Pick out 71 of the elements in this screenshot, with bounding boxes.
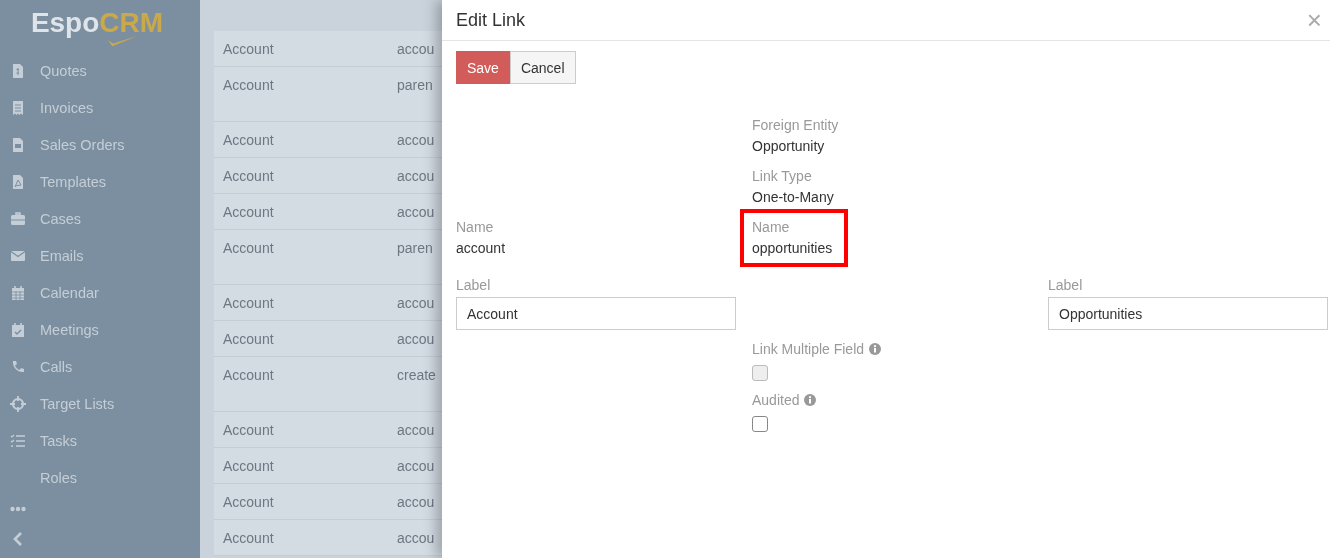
pdf-file-icon bbox=[10, 173, 26, 190]
chevron-left-icon[interactable] bbox=[13, 532, 23, 546]
field-label: Label bbox=[456, 277, 491, 293]
sidebar-item[interactable]: Calls bbox=[0, 348, 200, 385]
table-cell-text: Account bbox=[222, 493, 275, 512]
field-value: opportunities bbox=[752, 239, 833, 258]
briefcase-icon bbox=[10, 210, 26, 227]
table-cell-text: Account bbox=[222, 167, 275, 186]
table-cell-text: create bbox=[397, 366, 436, 385]
table-cell-text: Account bbox=[222, 131, 275, 150]
sidebar-item[interactable]: Tasks bbox=[0, 422, 200, 459]
field-label: Name bbox=[456, 219, 494, 235]
more-icon[interactable] bbox=[10, 506, 26, 512]
field-label: Link Type bbox=[752, 168, 812, 184]
sidebar-item[interactable]: Templates bbox=[0, 163, 200, 200]
field-label: Label bbox=[1048, 277, 1083, 293]
sidebar-item[interactable]: Roles bbox=[0, 459, 200, 496]
table-cell-text: Account bbox=[222, 40, 275, 59]
table-cell-text: Account bbox=[222, 203, 275, 222]
field-label: Foreign Entity bbox=[752, 117, 839, 133]
sidebar-item[interactable]: Cases bbox=[0, 200, 200, 237]
field-label: Audited bbox=[752, 392, 800, 408]
calendar-icon bbox=[10, 284, 26, 301]
table-cell-text: Account bbox=[222, 421, 275, 440]
sidebar-item[interactable]: Target Lists bbox=[0, 385, 200, 422]
text-input[interactable]: Opportunities bbox=[1048, 297, 1328, 330]
modal-title: Edit Link bbox=[456, 9, 526, 31]
calendar-check-icon bbox=[10, 321, 26, 338]
document-icon bbox=[10, 62, 26, 79]
table-cell-text: accou bbox=[397, 529, 435, 548]
cancel-button[interactable]: Cancel bbox=[509, 51, 576, 84]
field-value: account bbox=[456, 239, 506, 258]
table-cell-text: Account bbox=[222, 366, 275, 385]
close-button[interactable]: × bbox=[1304, 7, 1324, 33]
table-cell-text: accou bbox=[397, 40, 435, 59]
table-cell-text: accou bbox=[397, 493, 435, 512]
table-cell-text: accou bbox=[397, 203, 435, 222]
field-value: One-to-Many bbox=[752, 188, 834, 207]
table-cell-text: accou bbox=[397, 330, 435, 349]
table-cell-text: accou bbox=[397, 457, 435, 476]
sidebar-item[interactable]: Sales Orders bbox=[0, 126, 200, 163]
table-cell-text: Account bbox=[222, 239, 275, 258]
save-button[interactable]: Save bbox=[456, 51, 510, 84]
table-cell-text: paren bbox=[397, 239, 433, 258]
table-cell-text: Account bbox=[222, 76, 275, 95]
field-label: Link Multiple Field bbox=[752, 341, 865, 357]
table-cell-text: paren bbox=[397, 76, 433, 95]
table-cell-text: accou bbox=[397, 131, 435, 150]
table-cell-text: accou bbox=[397, 167, 435, 186]
sidebar-item[interactable]: Emails bbox=[0, 237, 200, 274]
table-cell-text: accou bbox=[397, 294, 435, 313]
table-cell-text: Account bbox=[222, 294, 275, 313]
sidebar-item[interactable]: Calendar bbox=[0, 274, 200, 311]
table-cell-text: Account bbox=[222, 529, 275, 548]
info-icon[interactable] bbox=[804, 394, 817, 406]
receipt-icon bbox=[10, 99, 26, 116]
table-cell-text: Account bbox=[222, 457, 275, 476]
phone-icon bbox=[10, 358, 26, 375]
field-label: Name bbox=[752, 219, 790, 235]
sidebar-item[interactable]: Meetings bbox=[0, 311, 200, 348]
table-cell-text: Account bbox=[222, 330, 275, 349]
table-cell-text: accou bbox=[397, 421, 435, 440]
sidebar-item[interactable]: Invoices bbox=[0, 89, 200, 126]
crosshair-icon bbox=[10, 395, 26, 412]
document-icon bbox=[10, 136, 26, 153]
text-input[interactable]: Account bbox=[456, 297, 736, 330]
logo[interactable]: EspoCRM bbox=[30, 8, 170, 48]
checklist-icon bbox=[10, 432, 26, 449]
checkbox[interactable] bbox=[752, 416, 768, 432]
sidebar-item[interactable]: Quotes bbox=[0, 52, 200, 89]
field-value: Opportunity bbox=[752, 137, 826, 156]
